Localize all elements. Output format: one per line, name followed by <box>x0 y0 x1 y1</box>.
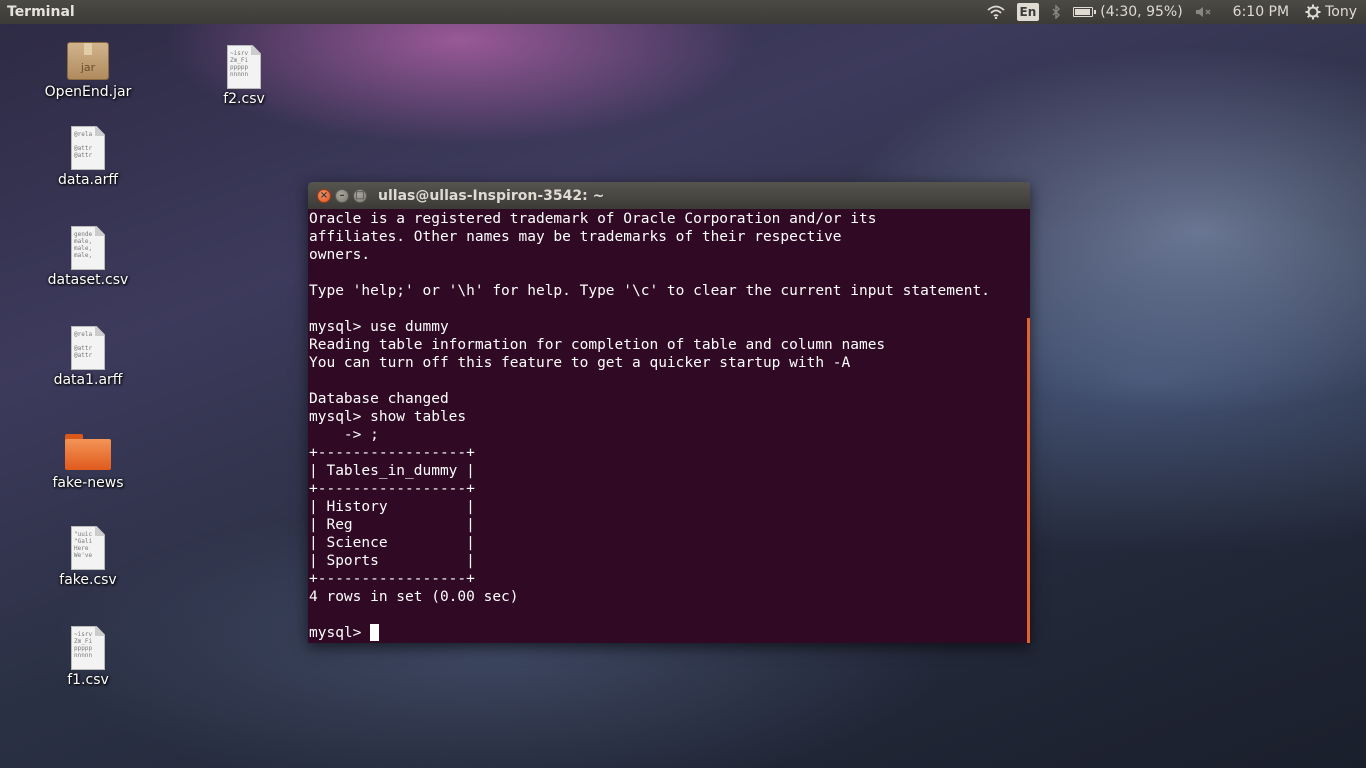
wifi-icon[interactable] <box>986 0 1005 24</box>
text-file-icon: gende male, male, male, <box>71 226 105 270</box>
minimize-button[interactable]: – <box>335 188 349 203</box>
keyboard-language-indicator[interactable]: En <box>1016 0 1040 24</box>
terminal-line: +-----------------+ <box>309 571 475 587</box>
terminal-line: You can turn off this feature to get a q… <box>309 355 851 371</box>
desktop-icon-label: dataset.csv <box>47 272 129 288</box>
desktop-icon-label: data.arff <box>58 172 118 188</box>
desktop-icon-label: data1.arff <box>53 372 123 388</box>
terminal-line: | History | <box>309 499 475 515</box>
desktop-icon-label: OpenEnd.jar <box>44 84 132 100</box>
battery-icon <box>1073 7 1097 17</box>
scrollbar[interactable] <box>1027 318 1030 643</box>
desktop-icon-openend-jar[interactable]: jar OpenEnd.jar <box>43 40 133 100</box>
desktop-icon-f2-csv[interactable]: ~isrv Zm_Fi ppppp nnnnn f2.csv <box>199 45 289 107</box>
gear-icon[interactable] <box>1305 0 1321 24</box>
desktop-icon-fake-news-folder[interactable]: fake-news <box>43 428 133 491</box>
indicator-area: En (4:30, 95%) 6:10 PM Tony <box>986 0 1366 24</box>
desktop-icon-data1-arff[interactable]: @rela @attr @attr data1.arff <box>43 326 133 388</box>
jar-file-icon: jar <box>67 42 109 80</box>
terminal-line: Reading table information for completion… <box>309 337 886 353</box>
desktop-icon-f1-csv[interactable]: ~isrv Zm_Fi ppppp nnnnn f1.csv <box>43 626 133 688</box>
volume-muted-icon[interactable] <box>1195 0 1213 24</box>
bluetooth-icon[interactable] <box>1051 0 1061 24</box>
desktop-icon-fake-csv[interactable]: "uuic "Gali Here We've fake.csv <box>43 526 133 588</box>
text-file-icon: ~isrv Zm_Fi ppppp nnnnn <box>227 45 261 89</box>
text-cursor <box>370 624 380 641</box>
terminal-line: Database changed <box>309 391 449 407</box>
terminal-line: | Reg | <box>309 517 475 533</box>
desktop-icon-label: f1.csv <box>67 672 109 688</box>
battery-text: (4:30, 95%) <box>1100 4 1183 20</box>
terminal-line: | Sports | <box>309 553 475 569</box>
terminal-line: owners. <box>309 247 371 263</box>
app-menu-title[interactable]: Terminal <box>7 4 75 20</box>
desktop-icon-label: fake.csv <box>59 572 117 588</box>
terminal-output[interactable]: Oracle is a registered trademark of Orac… <box>308 209 1030 643</box>
desktop-icon-data-arff[interactable]: @rela @attr @attr data.arff <box>43 126 133 188</box>
desktop-icon-dataset-csv[interactable]: gende male, male, male, dataset.csv <box>43 226 133 288</box>
terminal-line: -> ; <box>309 427 379 443</box>
battery-indicator[interactable]: (4:30, 95%) <box>1073 0 1183 24</box>
clock[interactable]: 6:10 PM <box>1233 0 1289 24</box>
window-title: ullas@ullas-Inspiron-3542: ~ <box>378 187 605 204</box>
terminal-line: mysql> use dummy <box>309 319 449 335</box>
terminal-line: affiliates. Other names may be trademark… <box>309 229 842 245</box>
folder-icon <box>65 434 111 470</box>
terminal-line: Oracle is a registered trademark of Orac… <box>309 211 877 227</box>
text-file-icon: ~isrv Zm_Fi ppppp nnnnn <box>71 626 105 670</box>
terminal-prompt-line[interactable]: mysql> <box>309 624 1030 642</box>
terminal-line: | Tables_in_dummy | <box>309 463 475 479</box>
top-panel: Terminal En (4:30, 95%) 6:10 PM Tony <box>0 0 1366 24</box>
text-file-icon: @rela @attr @attr <box>71 326 105 370</box>
terminal-line: | Science | <box>309 535 475 551</box>
desktop-icon-label: f2.csv <box>223 91 265 107</box>
window-titlebar[interactable]: × – □ ullas@ullas-Inspiron-3542: ~ <box>308 182 1030 209</box>
terminal-window[interactable]: × – □ ullas@ullas-Inspiron-3542: ~ Oracl… <box>308 182 1030 643</box>
text-file-icon: "uuic "Gali Here We've <box>71 526 105 570</box>
terminal-line: +-----------------+ <box>309 445 475 461</box>
maximize-button[interactable]: □ <box>353 188 367 203</box>
user-name[interactable]: Tony <box>1325 0 1357 24</box>
terminal-line: mysql> show tables <box>309 409 467 425</box>
text-file-icon: @rela @attr @attr <box>71 126 105 170</box>
terminal-line: 4 rows in set (0.00 sec) <box>309 589 519 605</box>
close-button[interactable]: × <box>317 188 331 203</box>
desktop-icon-label: fake-news <box>52 475 124 491</box>
mysql-prompt: mysql> <box>309 625 371 641</box>
terminal-line: +-----------------+ <box>309 481 475 497</box>
terminal-line: Type 'help;' or '\h' for help. Type '\c'… <box>309 283 990 299</box>
